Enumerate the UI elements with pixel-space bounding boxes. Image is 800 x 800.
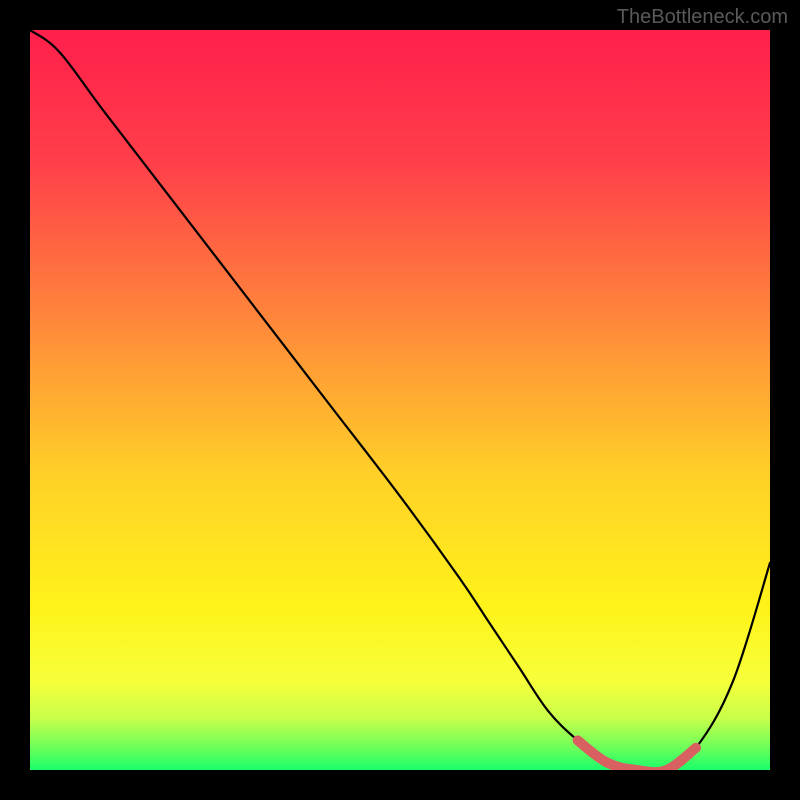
watermark-text: TheBottleneck.com <box>617 6 788 29</box>
chart-plot-area <box>30 30 770 770</box>
chart-highlight-segment <box>30 30 770 770</box>
